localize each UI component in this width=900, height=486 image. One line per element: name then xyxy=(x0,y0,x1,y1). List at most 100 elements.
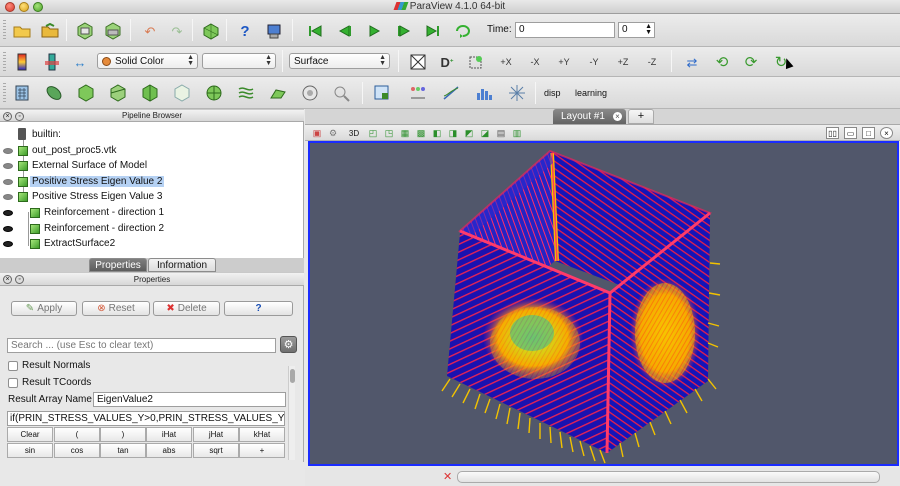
calc-button-abs[interactable]: abs xyxy=(146,443,192,458)
color-map-editor-icon[interactable] xyxy=(42,52,62,72)
reset-camera-icon[interactable] xyxy=(408,52,428,72)
dataset-icon[interactable]: D ⁺ xyxy=(437,52,457,72)
pipeline-item-external-surface[interactable]: External Surface of Model xyxy=(0,158,304,173)
select-points-through-icon[interactable]: ▩ xyxy=(415,127,427,139)
play-icon[interactable] xyxy=(364,21,384,41)
camera-icon[interactable]: ▣ xyxy=(311,127,323,139)
visibility-eye-icon[interactable] xyxy=(3,179,13,185)
apply-button[interactable]: ✎ Apply xyxy=(11,301,77,316)
connect-icon[interactable] xyxy=(201,21,221,41)
calc-button-close-paren[interactable]: ) xyxy=(100,427,146,442)
visibility-eye-icon[interactable] xyxy=(3,148,13,154)
close-view-icon[interactable]: × xyxy=(880,127,893,139)
result-tcoords-checkbox[interactable] xyxy=(8,377,18,388)
glyph-icon[interactable] xyxy=(204,83,224,103)
axes-grid-icon[interactable] xyxy=(507,83,527,103)
advanced-settings-gear-icon[interactable]: ⚙ xyxy=(280,336,297,353)
interactive-select-icon[interactable]: ◨ xyxy=(447,127,459,139)
visibility-eye-icon[interactable] xyxy=(3,241,13,247)
selection-icon[interactable] xyxy=(372,83,392,103)
toolbar-grip[interactable] xyxy=(3,20,6,40)
loop-icon[interactable] xyxy=(453,21,473,41)
set-view-plus-x-icon[interactable]: +X xyxy=(496,52,516,72)
tab-information[interactable]: Information xyxy=(148,258,216,272)
representation-select[interactable]: Surface ▲ ▼ xyxy=(289,53,390,69)
delete-button[interactable]: ✖ Delete xyxy=(153,301,220,316)
help-button[interactable]: ? xyxy=(224,301,293,316)
next-frame-icon[interactable] xyxy=(394,21,414,41)
rotate-90-ccw-icon[interactable]: ⟲ xyxy=(712,52,732,72)
calc-button-tan[interactable]: tan xyxy=(100,443,146,458)
rotate-90-cw-icon[interactable]: ⟳ xyxy=(741,52,761,72)
histogram-icon[interactable] xyxy=(474,83,494,103)
pipeline-item-eigen-value-3[interactable]: Positive Stress Eigen Value 3 xyxy=(0,189,304,204)
calc-button-open-paren[interactable]: ( xyxy=(54,427,100,442)
pipeline-item-builtin[interactable]: builtin: xyxy=(0,127,304,142)
tab-layout-1[interactable]: Layout #1 × xyxy=(553,109,626,124)
result-tcoords-row[interactable]: Result TCoords xyxy=(8,376,91,389)
color-legend-icon[interactable] xyxy=(12,52,32,72)
extract-level-icon[interactable] xyxy=(332,83,352,103)
spreadsheet-icon[interactable]: ▥ xyxy=(511,127,523,139)
grow-selection-icon[interactable]: ◩ xyxy=(463,127,475,139)
properties-scrollbar[interactable] xyxy=(288,366,295,460)
split-vertical-icon[interactable]: ▭ xyxy=(844,127,857,139)
extract-subset-icon[interactable] xyxy=(172,83,192,103)
calc-button-plus[interactable]: + xyxy=(239,443,285,458)
load-state-icon[interactable] xyxy=(103,21,123,41)
threshold-icon[interactable] xyxy=(140,83,160,103)
calc-button-jhat[interactable]: jHat xyxy=(193,427,239,442)
timestep-spinbox[interactable]: 0 ▲ ▼ xyxy=(618,22,655,38)
set-view-minus-x-icon[interactable]: -X xyxy=(525,52,545,72)
properties-search-input[interactable]: Search ... (use Esc to clear text) xyxy=(7,338,276,353)
previous-frame-icon[interactable] xyxy=(335,21,355,41)
visibility-eye-icon[interactable] xyxy=(3,226,13,232)
calculator-expression-input[interactable]: if(PRIN_STRESS_VALUES_Y>0,PRIN_STRESS_VA… xyxy=(7,411,285,426)
pipeline-item-eigen-value-2[interactable]: Positive Stress Eigen Value 2 xyxy=(0,174,304,189)
abort-icon[interactable]: ✕ xyxy=(443,472,453,483)
help-icon[interactable]: ? xyxy=(235,21,255,41)
clip-icon[interactable] xyxy=(76,83,96,103)
macro-learning[interactable]: learning xyxy=(575,88,607,98)
scrollbar-thumb[interactable] xyxy=(290,369,295,383)
component-select[interactable]: ▲ ▼ xyxy=(202,53,276,69)
open-folder-icon[interactable] xyxy=(12,21,32,41)
set-view-minus-y-icon[interactable]: -Y xyxy=(584,52,604,72)
calc-button-sqrt[interactable]: sqrt xyxy=(193,443,239,458)
toolbar-grip[interactable] xyxy=(3,52,6,72)
coloring-select[interactable]: Solid Color ▲ ▼ xyxy=(97,53,198,69)
undo-icon[interactable]: ↶ xyxy=(140,21,160,41)
calc-button-ihat[interactable]: iHat xyxy=(146,427,192,442)
pick-center-icon[interactable]: ⇄ xyxy=(682,52,702,72)
add-layout-button[interactable]: + xyxy=(628,109,654,124)
select-cells-on-icon[interactable]: ◰ xyxy=(367,127,379,139)
warp-vector-icon[interactable] xyxy=(268,83,288,103)
render-view-3d[interactable] xyxy=(308,141,899,466)
plot-over-line-icon[interactable] xyxy=(441,83,461,103)
reset-button[interactable]: ⊗ Reset xyxy=(82,301,150,316)
float-panel-icon[interactable]: ◦ xyxy=(15,275,24,284)
stream-tracer-icon[interactable] xyxy=(236,83,256,103)
split-horizontal-icon[interactable]: ▯▯ xyxy=(826,127,839,139)
calculator-icon[interactable] xyxy=(12,83,32,103)
calc-button-cos[interactable]: cos xyxy=(54,443,100,458)
record-icon[interactable] xyxy=(264,21,284,41)
shrink-selection-icon[interactable]: ◪ xyxy=(479,127,491,139)
find-data-icon[interactable] xyxy=(408,83,428,103)
save-state-icon[interactable] xyxy=(75,21,95,41)
close-panel-icon[interactable]: × xyxy=(3,112,12,121)
first-frame-icon[interactable] xyxy=(305,21,325,41)
result-array-name-input[interactable]: EigenValue2 xyxy=(93,392,286,407)
tab-properties[interactable]: Properties xyxy=(89,258,147,272)
pipeline-item-reinforcement-2[interactable]: Reinforcement - direction 2 xyxy=(0,221,304,236)
time-input[interactable]: 0 xyxy=(515,22,615,38)
result-normals-checkbox[interactable] xyxy=(8,360,18,371)
visibility-eye-icon[interactable] xyxy=(3,194,13,200)
close-panel-icon[interactable]: × xyxy=(3,275,12,284)
visibility-eye-icon[interactable] xyxy=(3,210,13,216)
pipeline-item-reinforcement-1[interactable]: Reinforcement - direction 1 xyxy=(0,205,304,220)
spin-arrows-icon[interactable]: ▲ ▼ xyxy=(645,23,652,36)
visibility-eye-icon[interactable] xyxy=(3,163,13,169)
group-datasets-icon[interactable] xyxy=(300,83,320,103)
macro-disp[interactable]: disp xyxy=(544,88,561,98)
